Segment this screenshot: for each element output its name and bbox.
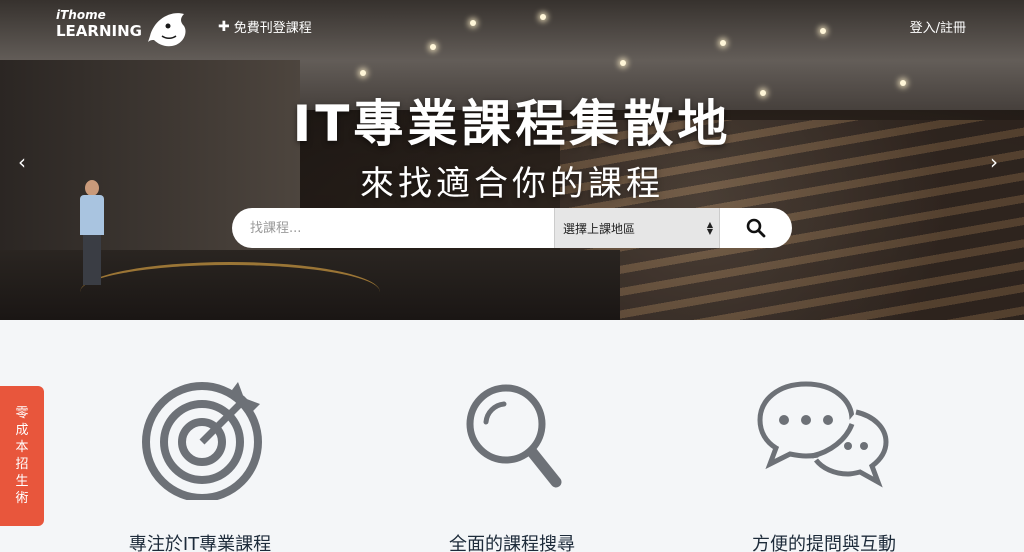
feature-label: 全面的課程搜尋 bbox=[449, 534, 575, 552]
feature-search: 全面的課程搜尋 bbox=[382, 320, 642, 552]
logo-small-text: iThome bbox=[56, 8, 106, 22]
feature-label: 專注於IT專業課程 bbox=[128, 534, 272, 552]
feature-it-courses: 專注於IT專業課程 bbox=[70, 320, 330, 552]
side-tab-char: 術 bbox=[15, 491, 29, 506]
post-course-label: 免費刊登課程 bbox=[233, 21, 312, 36]
side-tab-char: 本 bbox=[15, 440, 29, 455]
region-select[interactable]: 選擇上課地區 ▲ ▼ bbox=[554, 208, 720, 248]
side-tab-char: 生 bbox=[15, 474, 29, 489]
hero-banner: iThome LEARNING ✚ 免費刊登課程 登入/註冊 ‹ › IT專業課… bbox=[0, 0, 1024, 320]
login-register-link[interactable]: 登入/註冊 bbox=[910, 17, 966, 36]
feature-qa: 方便的提問與互動 bbox=[694, 320, 954, 552]
side-tab-char: 零 bbox=[15, 406, 29, 421]
features-section: 專注於IT專業課程 全面的課程搜尋 方便的提問與互動 bbox=[0, 320, 1024, 552]
ithome-learning-logo[interactable]: iThome LEARNING bbox=[56, 8, 191, 50]
search-bar: 選擇上課地區 ▲▼ bbox=[232, 208, 792, 248]
zero-cost-recruit-tab[interactable]: 零 成 本 招 生 術 bbox=[0, 386, 44, 526]
feature-label: 方便的提問與互動 bbox=[752, 534, 896, 552]
side-tab-char: 招 bbox=[15, 457, 29, 472]
side-tab-char: 成 bbox=[15, 423, 29, 438]
dolphin-icon bbox=[148, 13, 186, 47]
hero-stage-line bbox=[80, 262, 380, 320]
select-arrows-icon: ▲ ▼ bbox=[706, 220, 713, 236]
search-icon bbox=[746, 218, 766, 238]
target-icon bbox=[142, 382, 262, 500]
search-button[interactable] bbox=[720, 208, 792, 248]
post-course-link[interactable]: ✚ 免費刊登課程 bbox=[218, 17, 312, 37]
hero-title: IT專業課程集散地 bbox=[292, 95, 732, 153]
search-input[interactable] bbox=[232, 208, 554, 248]
logo-big-text: LEARNING bbox=[56, 22, 142, 40]
region-select-value: 選擇上課地區 bbox=[563, 221, 636, 236]
plus-icon: ✚ bbox=[218, 18, 230, 35]
hero-subtitle: 來找適合你的課程 bbox=[360, 164, 664, 204]
chat-bubbles-icon bbox=[757, 381, 889, 488]
magnifier-icon bbox=[466, 384, 562, 488]
